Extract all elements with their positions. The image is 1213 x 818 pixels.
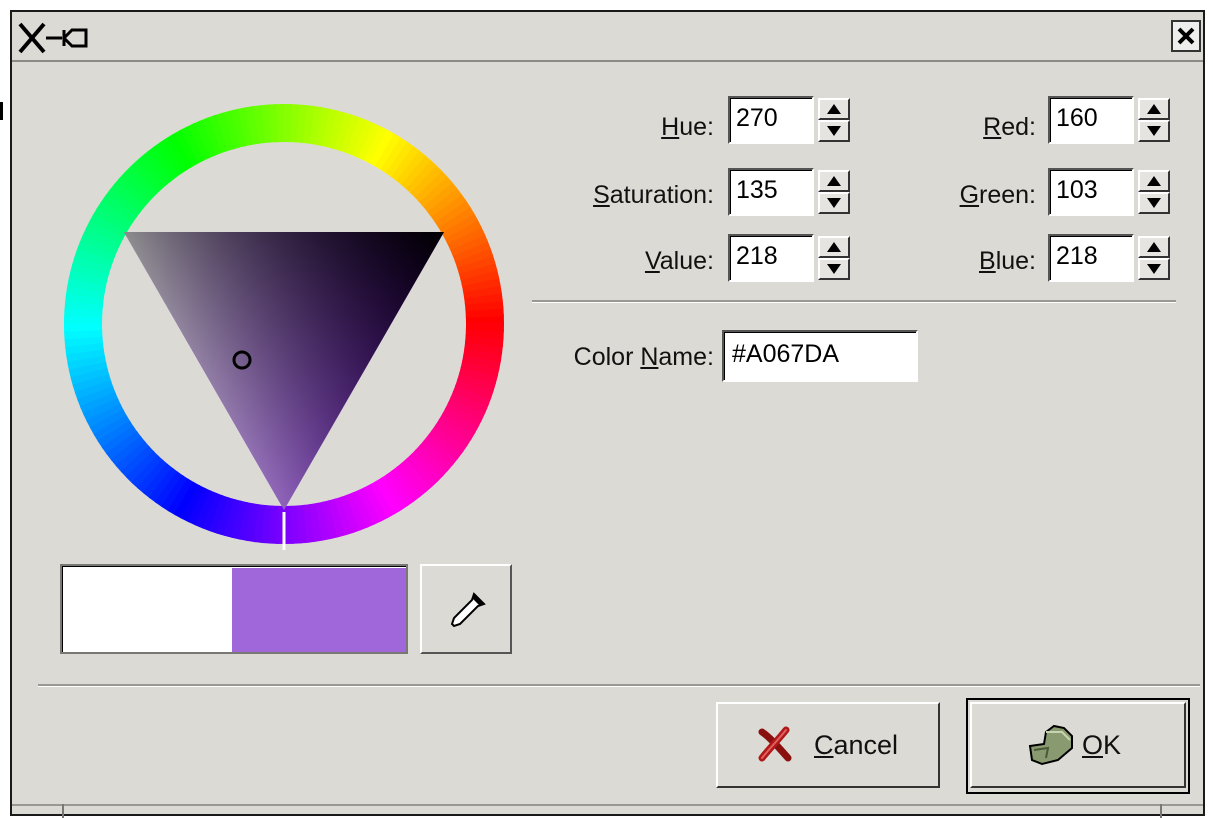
red-decrement-button[interactable]: [1138, 120, 1170, 142]
red-label: Red:: [983, 113, 1036, 141]
hue-increment-button[interactable]: [818, 98, 850, 120]
blue-decrement-button[interactable]: [1138, 258, 1170, 280]
green-increment-button[interactable]: [1138, 170, 1170, 192]
arrow-up-icon: [827, 176, 841, 186]
red-input[interactable]: 160: [1048, 96, 1134, 144]
arrow-down-icon: [1147, 126, 1161, 136]
hsv-color-wheel[interactable]: [58, 98, 510, 550]
arrow-up-icon: [1147, 176, 1161, 186]
cancel-button[interactable]: Cancel: [716, 702, 940, 788]
red-spinbutton: 160: [1048, 96, 1188, 144]
hue-input[interactable]: 270: [728, 96, 814, 144]
saturation-spinbutton: 135: [728, 168, 868, 216]
bottom-border-notch: [1160, 804, 1162, 818]
blue-increment-button[interactable]: [1138, 236, 1170, 258]
saturation-label: Saturation:: [593, 181, 714, 209]
value-spinbutton: 218: [728, 234, 868, 282]
saturation-decrement-button[interactable]: [818, 192, 850, 214]
previous-color-swatch: [64, 568, 232, 652]
color-name-label: Color Name:: [573, 343, 714, 371]
color-sample: [60, 564, 408, 654]
arrow-up-icon: [827, 104, 841, 114]
arrow-down-icon: [827, 126, 841, 136]
blue-label: Blue:: [979, 247, 1036, 275]
blue-spinbutton: 218: [1048, 234, 1188, 282]
value-input[interactable]: 218: [728, 234, 814, 282]
cancel-x-icon: [758, 726, 792, 762]
ok-button[interactable]: OK: [970, 702, 1186, 788]
hue-decrement-button[interactable]: [818, 120, 850, 142]
color-picker-button[interactable]: [420, 564, 512, 654]
arrow-down-icon: [1147, 264, 1161, 274]
red-increment-button[interactable]: [1138, 98, 1170, 120]
green-spinbutton: 103: [1048, 168, 1188, 216]
arrow-up-icon: [827, 242, 841, 252]
current-color-swatch: [232, 568, 406, 652]
color-selection-dialog: Hue: 270 Saturation: 135 Value: 218 Red:…: [10, 10, 1205, 818]
ok-button-label: OK: [1082, 730, 1122, 760]
value-increment-button[interactable]: [818, 236, 850, 258]
blue-input[interactable]: 218: [1048, 234, 1134, 282]
color-name-input[interactable]: #A067DA: [722, 330, 918, 382]
arrow-up-icon: [1147, 242, 1161, 252]
green-label: Green:: [959, 181, 1036, 209]
bottom-border-notch: [62, 804, 64, 818]
x-pin-icon[interactable]: [16, 20, 106, 56]
value-label: Value:: [644, 247, 714, 275]
close-icon: [1177, 27, 1195, 45]
arrow-down-icon: [827, 198, 841, 208]
arrow-down-icon: [827, 264, 841, 274]
ok-hand-icon: [1028, 724, 1073, 766]
bottom-border: [12, 804, 1203, 806]
hue-label: Hue:: [661, 113, 714, 141]
arrow-up-icon: [1147, 104, 1161, 114]
values-separator: [532, 300, 1176, 303]
title-bar[interactable]: [12, 12, 1203, 62]
background-edge-mark: [0, 102, 3, 120]
eyedropper-icon: [450, 592, 486, 628]
saturation-input[interactable]: 135: [728, 168, 814, 216]
action-area-separator: [38, 684, 1200, 687]
green-decrement-button[interactable]: [1138, 192, 1170, 214]
close-button[interactable]: [1171, 20, 1201, 52]
green-input[interactable]: 103: [1048, 168, 1134, 216]
hue-spinbutton: 270: [728, 96, 868, 144]
value-decrement-button[interactable]: [818, 258, 850, 280]
arrow-down-icon: [1147, 198, 1161, 208]
cancel-button-label: Cancel: [814, 730, 899, 760]
saturation-increment-button[interactable]: [818, 170, 850, 192]
